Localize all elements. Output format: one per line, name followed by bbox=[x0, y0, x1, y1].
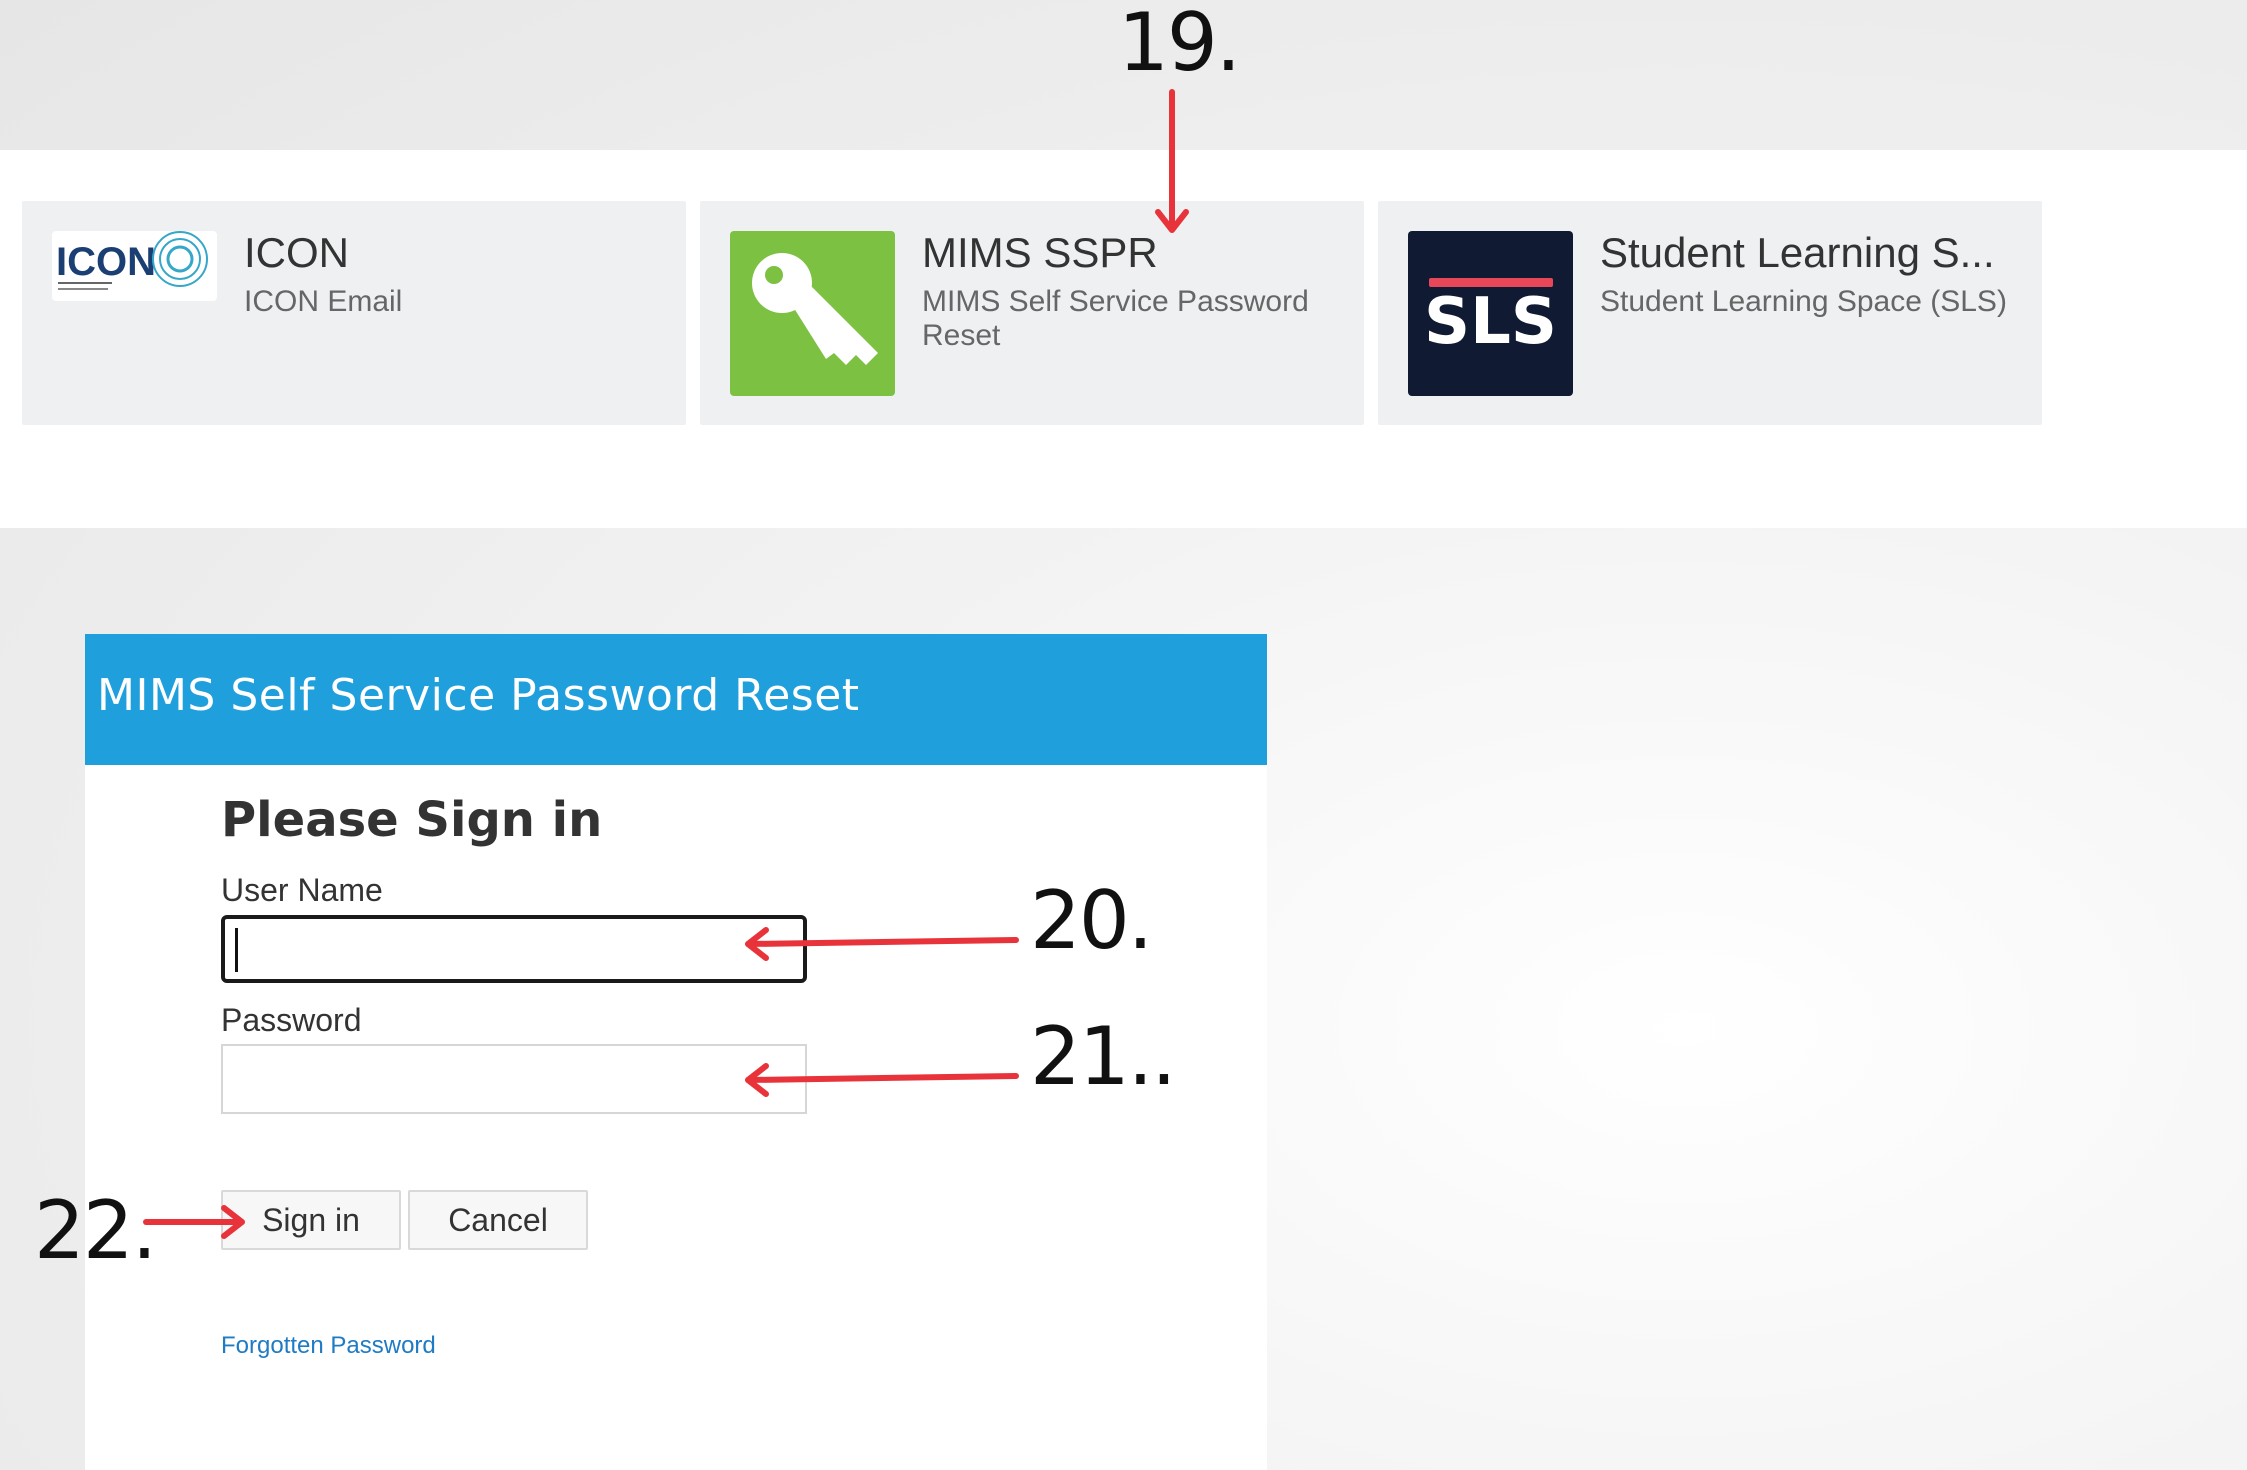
screenshot-stage: 19. ICON ICON ICON Email MIMS SSPR MIMS … bbox=[0, 0, 2247, 1470]
annotation-arrows bbox=[143, 89, 1189, 1239]
arrow-21 bbox=[747, 1073, 1019, 1083]
arrow-20 bbox=[747, 937, 1019, 947]
